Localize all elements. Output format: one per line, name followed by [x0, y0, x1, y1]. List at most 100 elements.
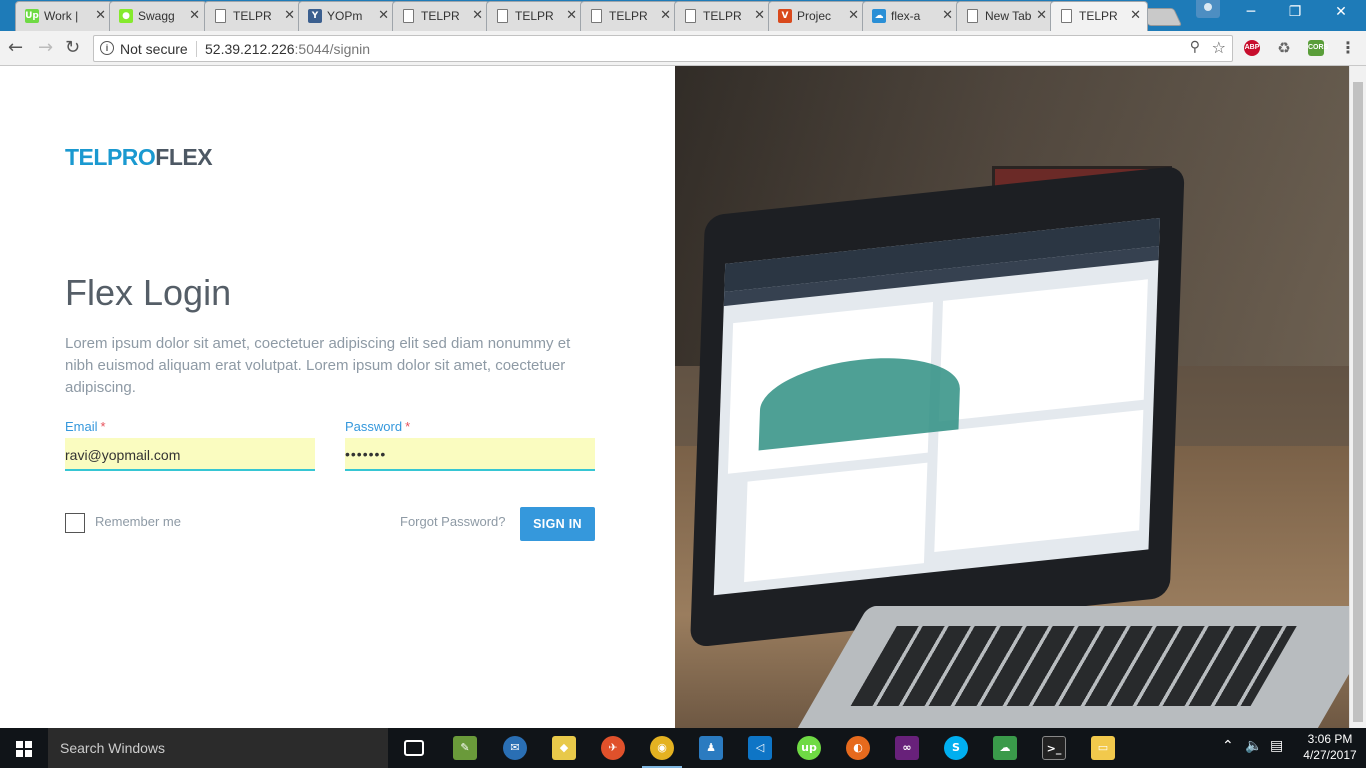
tab-close-icon[interactable]: ✕	[660, 8, 671, 23]
page-icon	[591, 9, 602, 23]
folder-sync-icon[interactable]: ◆	[552, 736, 576, 760]
browser-tab[interactable]: TELPR ✕	[674, 1, 772, 31]
tab-close-icon[interactable]: ✕	[566, 8, 577, 23]
dashboard-card	[744, 462, 928, 583]
tab-favicon-icon: Y	[308, 9, 322, 23]
page-scrollbar[interactable]	[1349, 66, 1366, 728]
taskbar-clock[interactable]: 3:06 PM 4/27/2017	[1300, 731, 1360, 763]
file-explorer-icon[interactable]: ▭	[1091, 736, 1115, 760]
bookmark-star-icon[interactable]: ☆	[1212, 38, 1226, 57]
browser-tab[interactable]: New Tab ✕	[956, 1, 1054, 31]
url-path: :5044/signin	[294, 41, 371, 57]
dashboard-card	[934, 409, 1144, 553]
separator	[196, 41, 197, 57]
browser-tab[interactable]: V Projec ✕	[768, 1, 866, 31]
reload-icon[interactable]: ↻	[65, 37, 80, 58]
email-label: Email *	[65, 419, 106, 434]
close-window-icon[interactable]: ✕	[1318, 4, 1364, 20]
tab-title: flex-a	[891, 9, 921, 23]
menu-icon[interactable]: ⋮	[1340, 40, 1356, 56]
firefox-icon[interactable]: ◐	[846, 736, 870, 760]
logo-part1: TELPRO	[65, 144, 156, 170]
upwork-icon[interactable]: up	[797, 736, 821, 760]
hero-photo	[675, 66, 1349, 728]
browser-tab[interactable]: ● Swagg ✕	[109, 1, 207, 31]
adblock-icon[interactable]: ABP	[1244, 40, 1260, 56]
tab-title: New Tab	[985, 9, 1032, 23]
taskbar-search[interactable]: Search Windows	[48, 728, 388, 768]
tab-favicon-icon: ☁	[872, 9, 886, 23]
browser-tab[interactable]: Y YOPm ✕	[298, 1, 396, 31]
sign-in-button[interactable]: SIGN IN	[520, 507, 595, 541]
tab-title: Work |	[44, 9, 79, 23]
volume-icon[interactable]: 🔈	[1245, 738, 1262, 754]
profile-icon[interactable]	[1196, 0, 1220, 18]
tab-close-icon[interactable]: ✕	[1130, 8, 1141, 23]
notification-icon[interactable]: ▤	[1270, 738, 1283, 754]
chrome-icon[interactable]: ◉	[642, 736, 682, 768]
tray-chevron-icon[interactable]: ⌃	[1222, 738, 1234, 754]
email-field[interactable]: ravi@yopmail.com	[65, 438, 315, 471]
password-mask: •••••••	[345, 446, 387, 462]
people-icon[interactable]: ♟	[699, 736, 723, 760]
forward-icon[interactable]: →	[38, 37, 53, 58]
tab-close-icon[interactable]: ✕	[284, 8, 295, 23]
windows-taskbar: Search Windows ✎ ✉ ◆ ✈ ◉ ♟ ◁ up ◐ ∞ S ☁ …	[0, 728, 1366, 768]
key-icon[interactable]: ⚲	[1190, 39, 1200, 55]
required-mark: *	[405, 419, 411, 434]
browser-tab[interactable]: TELPR ✕	[204, 1, 302, 31]
tab-close-icon[interactable]: ✕	[754, 8, 765, 23]
notepad-plus-icon[interactable]: ✎	[453, 736, 477, 760]
cloud-app-icon[interactable]: ☁	[993, 736, 1017, 760]
remember-me-label[interactable]: Remember me	[95, 514, 181, 529]
remember-me-checkbox[interactable]	[65, 513, 85, 533]
tab-close-icon[interactable]: ✕	[942, 8, 953, 23]
address-bar[interactable]: i Not secure 52.39.212.226:5044/signin ⚲…	[93, 35, 1233, 62]
page-icon	[497, 9, 508, 23]
url-text[interactable]: 52.39.212.226:5044/signin	[205, 41, 370, 57]
tab-title: TELPR	[703, 9, 742, 23]
cors-extension-icon[interactable]: CORS	[1308, 40, 1328, 56]
browser-tab[interactable]: TELPR ✕	[1050, 1, 1148, 31]
terminal-icon[interactable]: >_	[1042, 736, 1066, 760]
password-label: Password *	[345, 419, 410, 434]
password-label-text: Password	[345, 419, 403, 434]
security-label: Not secure	[120, 41, 188, 57]
skype-icon[interactable]: S	[944, 736, 968, 760]
tab-close-icon[interactable]: ✕	[189, 8, 200, 23]
tab-close-icon[interactable]: ✕	[848, 8, 859, 23]
browser-tab[interactable]: TELPR ✕	[580, 1, 678, 31]
tab-title: TELPR	[515, 9, 554, 23]
browser-tab[interactable]: Up Work | ✕	[15, 1, 113, 31]
scrollbar-thumb[interactable]	[1353, 82, 1363, 722]
tab-close-icon[interactable]: ✕	[472, 8, 483, 23]
logo-part2: FLEX	[155, 144, 213, 170]
browser-tabstrip: Up Work | ✕ ● Swagg ✕ TELPR ✕ Y YOPm ✕ TELPR ✕ TELPR ✕…	[0, 0, 1366, 31]
vscode-icon[interactable]: ◁	[748, 736, 772, 760]
browser-tab[interactable]: TELPR ✕	[392, 1, 490, 31]
restore-icon[interactable]: ❐	[1272, 4, 1318, 20]
forgot-password-link[interactable]: Forgot Password?	[400, 514, 506, 529]
tab-title: TELPR	[421, 9, 460, 23]
back-icon[interactable]: ←	[8, 37, 23, 58]
browser-tab[interactable]: TELPR ✕	[486, 1, 584, 31]
minimize-icon[interactable]: ─	[1228, 4, 1274, 20]
windows-start-icon[interactable]	[0, 728, 48, 768]
clock-time: 3:06 PM	[1307, 732, 1353, 746]
postman-icon[interactable]: ✈	[601, 736, 625, 760]
visual-studio-icon[interactable]: ∞	[895, 736, 919, 760]
tab-close-icon[interactable]: ✕	[378, 8, 389, 23]
laptop-keyboard-image	[781, 606, 1349, 728]
recycle-extension-icon[interactable]: ♻	[1276, 40, 1292, 56]
task-view-icon[interactable]	[404, 740, 424, 756]
password-field[interactable]: •••••••	[345, 438, 595, 471]
tab-title: TELPR	[609, 9, 648, 23]
info-icon[interactable]: i	[100, 41, 114, 55]
page-icon	[967, 9, 978, 23]
tab-title: TELPR	[1079, 9, 1118, 23]
outlook-icon[interactable]: ✉	[503, 736, 527, 760]
tab-close-icon[interactable]: ✕	[1036, 8, 1047, 23]
page-content: TELPROFLEX Flex Login Lorem ipsum dolor …	[0, 66, 1366, 728]
browser-tab[interactable]: ☁ flex-a ✕	[862, 1, 960, 31]
tab-close-icon[interactable]: ✕	[95, 8, 106, 23]
